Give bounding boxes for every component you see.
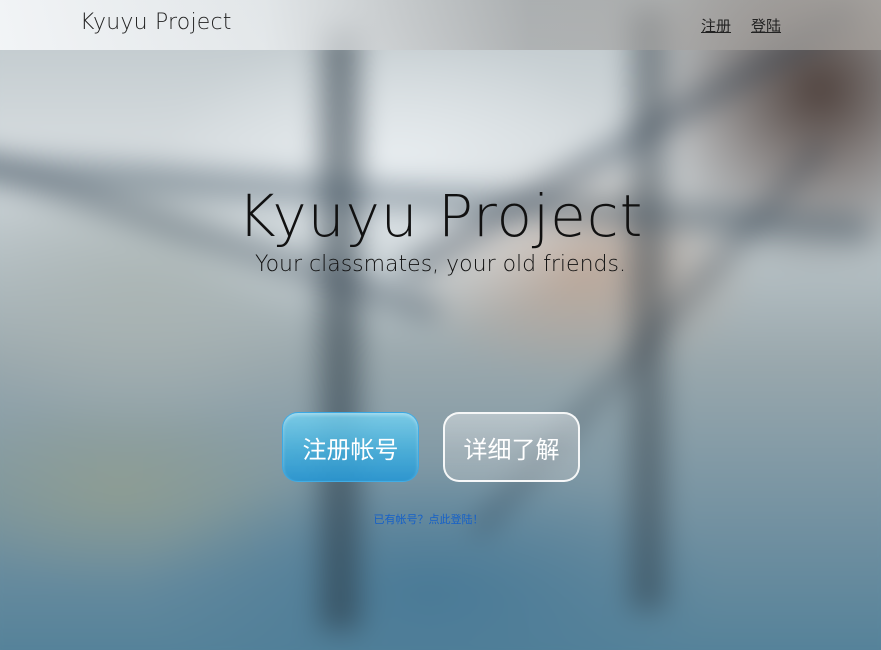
top-navbar: Kyuyu Project 注册 登陆	[0, 0, 881, 50]
login-hint-link[interactable]: 已有帐号？点此登陆！	[0, 511, 857, 527]
background-image	[0, 0, 881, 650]
brand-logo-text[interactable]: Kyuyu Project	[80, 10, 232, 35]
nav-register-link[interactable]: 注册	[701, 15, 731, 36]
learn-more-button[interactable]: 详细了解	[443, 412, 580, 482]
page-root: Kyuyu Project 注册 登陆 Kyuyu Project Your c…	[0, 0, 881, 650]
hero-subtitle: Your classmates, your old friends.	[255, 252, 626, 277]
hero-title: Kyuyu Project	[237, 182, 644, 250]
nav-login-link[interactable]: 登陆	[751, 15, 781, 36]
register-account-button[interactable]: 注册帐号	[282, 412, 419, 482]
